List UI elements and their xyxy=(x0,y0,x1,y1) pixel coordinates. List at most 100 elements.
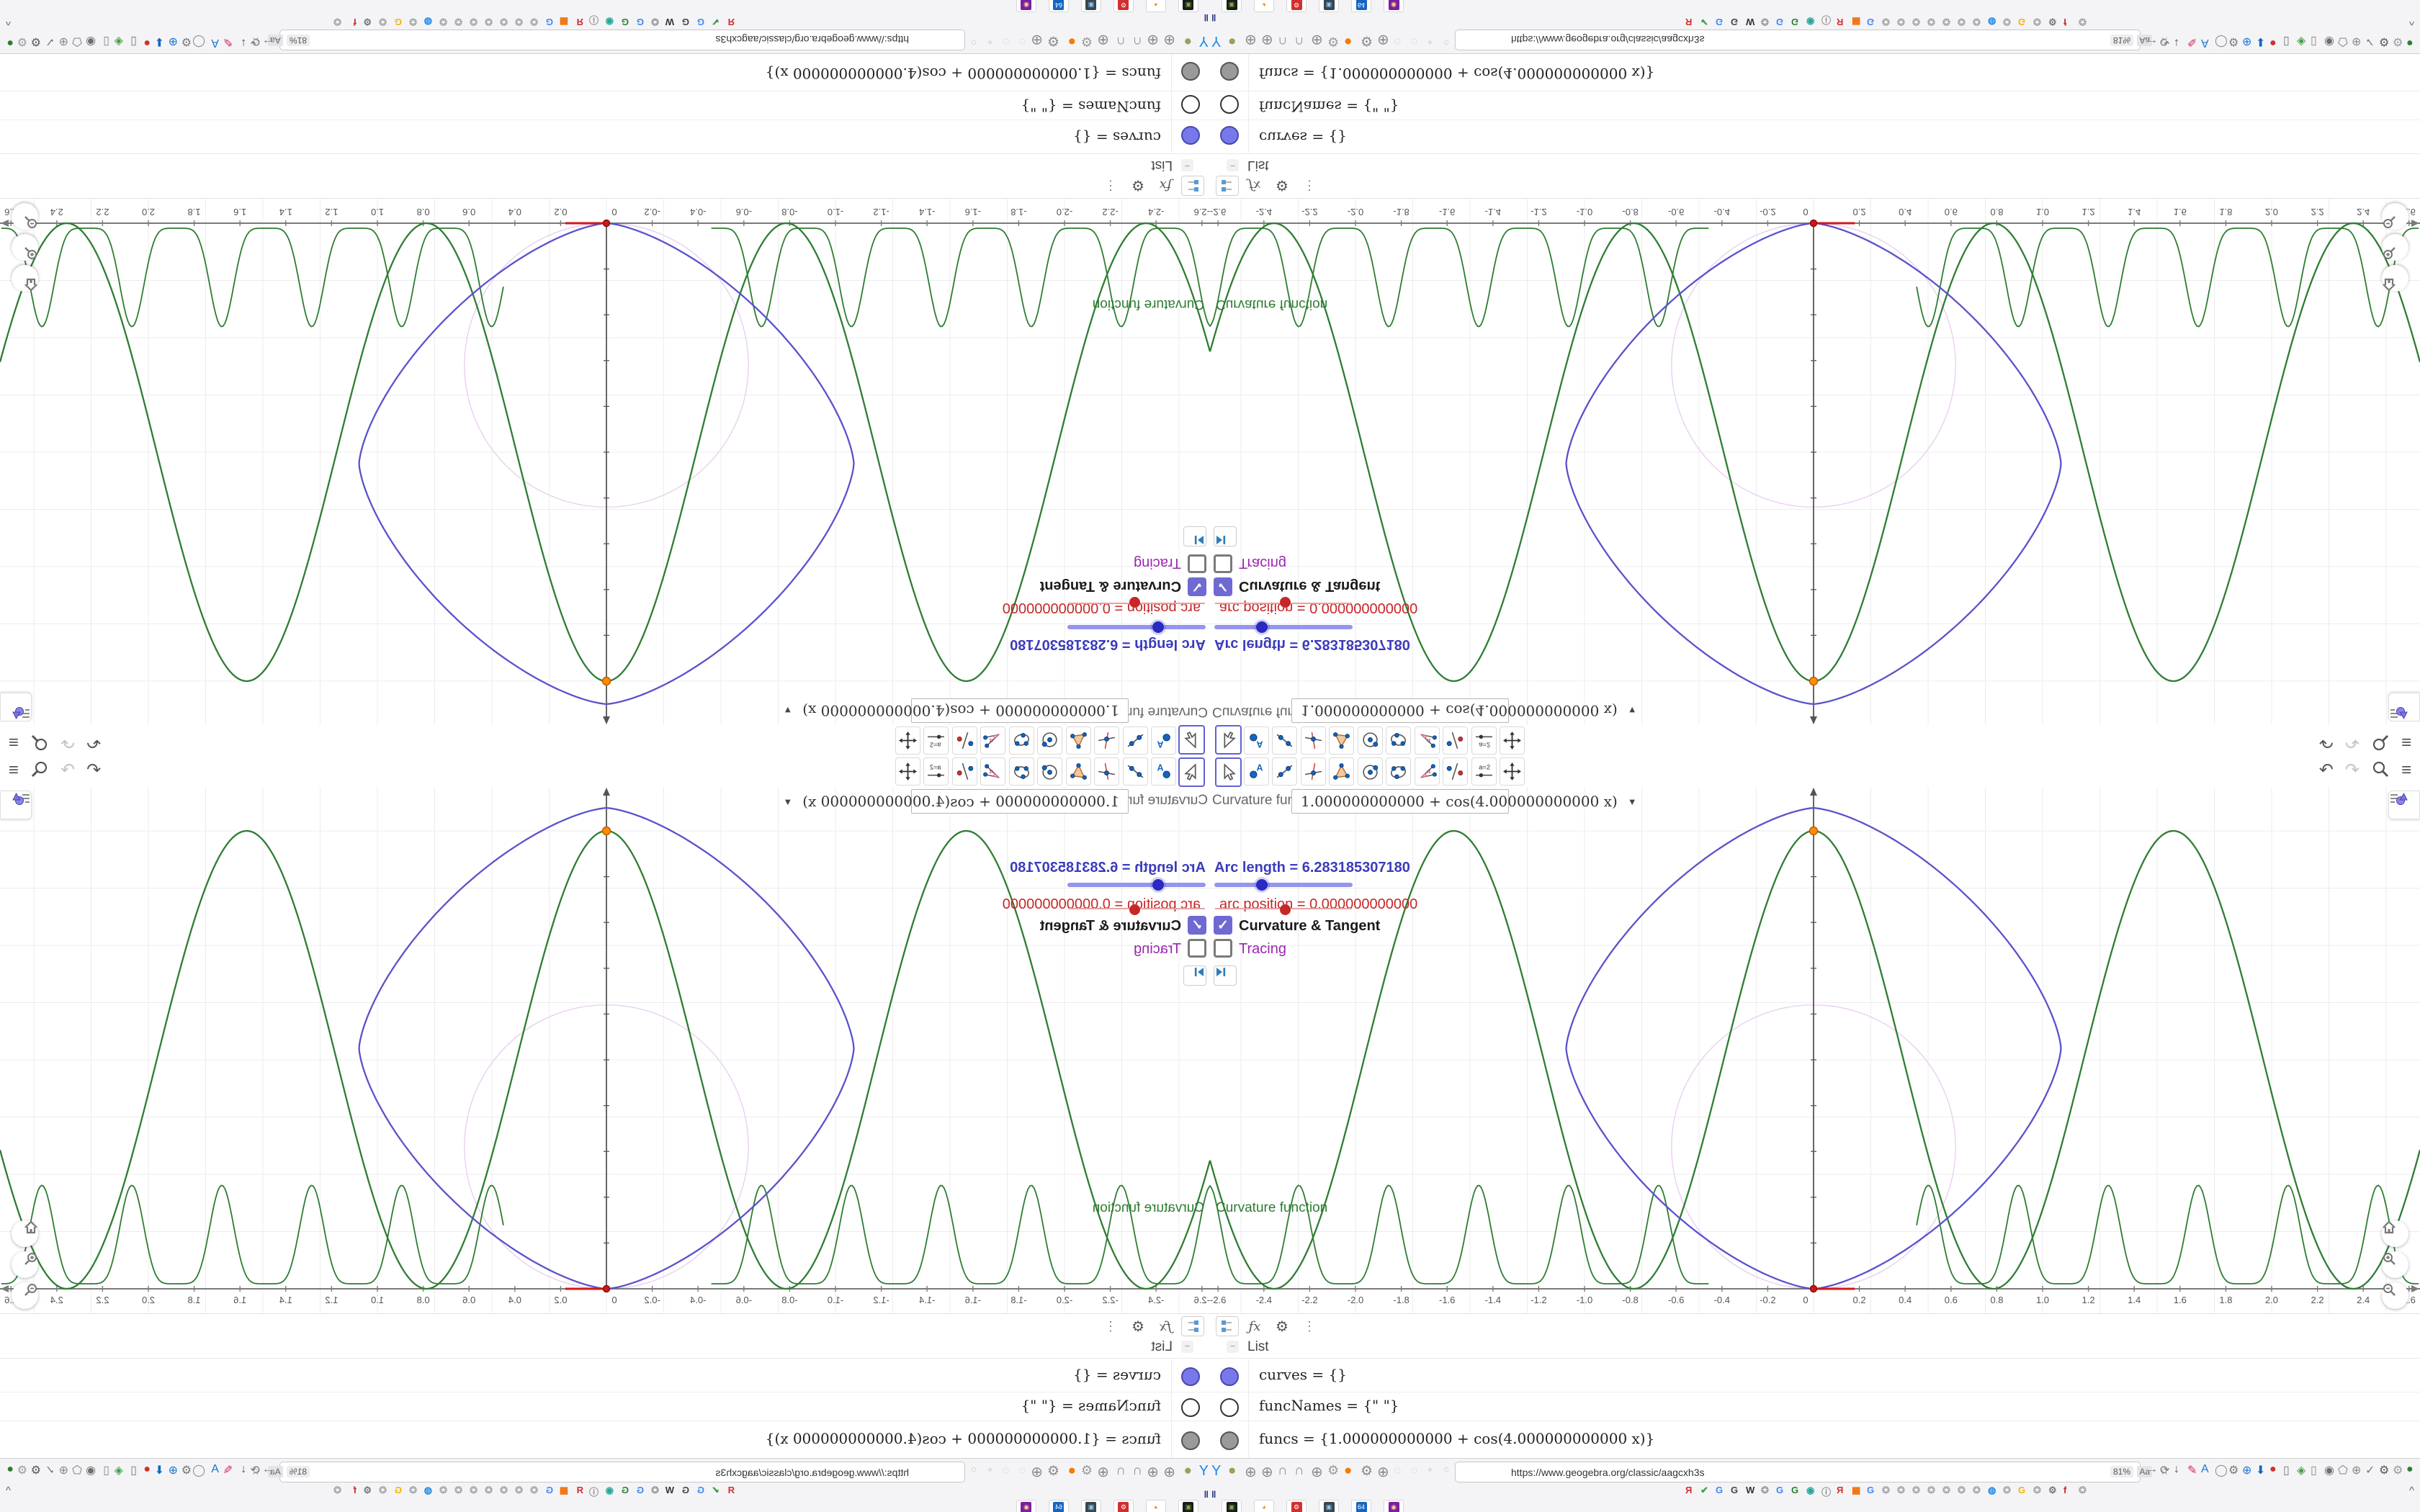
browser-icon[interactable]: ✪ xyxy=(651,1485,659,1496)
browser-icon[interactable]: ⊕ xyxy=(1245,1463,1257,1481)
browser-icon[interactable]: ○ xyxy=(971,37,977,49)
browser-icon[interactable]: ✪ xyxy=(530,16,538,27)
browser-icon[interactable]: ○ xyxy=(1018,1463,1026,1478)
visibility-marble[interactable] xyxy=(1220,1367,1239,1386)
browser-icon[interactable]: ◍ xyxy=(424,1485,432,1496)
pinned-tab[interactable]: ◉ xyxy=(1384,1500,1404,1512)
browser-icon[interactable]: f xyxy=(354,17,357,27)
browser-icon[interactable]: ✪ xyxy=(1912,1485,1920,1496)
home-button[interactable] xyxy=(12,1220,38,1247)
algebra-row-funcNames[interactable]: funcNames = {" "} xyxy=(1210,1392,2420,1421)
algebra-row-funcs[interactable]: funcs = {1.000000000000 + cos(4.00000000… xyxy=(0,1421,1210,1459)
browser-icon[interactable]: ⊕ xyxy=(59,1463,68,1477)
browser-icon[interactable]: Я xyxy=(728,1485,735,1495)
pinned-tab[interactable]: ▣ xyxy=(1081,0,1101,12)
browser-icon[interactable]: Я xyxy=(577,1485,583,1495)
browser-icon[interactable]: ⊕ xyxy=(1311,31,1323,49)
skip-end-button[interactable] xyxy=(1214,526,1237,546)
browser-icon[interactable]: ⚙ xyxy=(182,1463,192,1477)
more-options-button[interactable]: ⋮ xyxy=(1298,1316,1321,1336)
zoom-in-button[interactable] xyxy=(2382,234,2408,261)
browser-icon[interactable]: ∩ xyxy=(1294,1463,1304,1479)
browser-icon[interactable]: ◈ xyxy=(2297,1463,2305,1477)
pinned-tab[interactable]: ◕ xyxy=(1146,0,1166,12)
browser-icon[interactable]: ⊕ xyxy=(1377,31,1389,49)
curvature-tangent-checkbox[interactable]: ✓ xyxy=(1214,577,1232,596)
curvature-tangent-checkbox[interactable]: ✓ xyxy=(1214,916,1232,935)
browser-icon[interactable]: ◉ xyxy=(86,35,96,49)
zoom-level-badge[interactable]: 81% xyxy=(2110,35,2133,46)
browser-icon[interactable]: ⚙ xyxy=(2228,35,2238,49)
zoom-out-button[interactable] xyxy=(12,1282,38,1309)
pinned-tab[interactable]: ◉ xyxy=(1016,0,1036,12)
browser-icon[interactable]: ⬇ xyxy=(155,1463,164,1477)
browser-icon[interactable]: ✪ xyxy=(1897,1485,1905,1496)
browser-icon[interactable]: A xyxy=(211,1463,219,1476)
browser-icon[interactable]: ◍ xyxy=(1988,1485,1996,1496)
browser-icon[interactable]: ⚙ xyxy=(1327,1463,1339,1478)
browser-icon[interactable]: ● xyxy=(2269,1463,2277,1476)
browser-icon[interactable]: ● xyxy=(6,36,14,49)
tool-reflect[interactable] xyxy=(952,726,977,755)
browser-icon[interactable]: ▯ xyxy=(103,35,109,49)
browser-icon[interactable]: ⬇ xyxy=(2256,1463,2265,1477)
tree-view-button[interactable] xyxy=(1216,1316,1239,1336)
browser-icon[interactable]: ✎ xyxy=(2187,1463,2197,1477)
browser-icon[interactable]: G xyxy=(637,17,644,27)
browser-icon[interactable]: ✪ xyxy=(1761,16,1769,27)
browser-icon[interactable]: ⟳ xyxy=(251,35,260,49)
tree-view-button[interactable] xyxy=(1181,176,1204,196)
visibility-marble[interactable] xyxy=(1220,126,1239,145)
browser-icon[interactable]: ◉ xyxy=(86,1463,96,1477)
browser-icon[interactable]: ⓘ xyxy=(589,1485,599,1498)
browser-icon[interactable]: G xyxy=(546,17,553,27)
browser-icon[interactable]: ◈ xyxy=(115,1463,123,1477)
algebra-row-funcs[interactable]: funcs = {1.000000000000 + cos(4.00000000… xyxy=(1210,1421,2420,1459)
tool-circle[interactable] xyxy=(1357,726,1383,755)
browser-icon[interactable]: ⬠ xyxy=(2338,1463,2348,1477)
home-button[interactable] xyxy=(2382,1220,2408,1247)
zoom-in-button[interactable] xyxy=(12,234,38,261)
algebra-row-curves[interactable]: curves = {} xyxy=(0,1358,1210,1392)
browser-icon[interactable]: ⓘ xyxy=(589,14,599,27)
tool-angle[interactable]: α xyxy=(980,726,1006,755)
browser-icon[interactable]: ⚙ xyxy=(31,1463,41,1477)
browser-icon[interactable]: ✪ xyxy=(1958,1485,1966,1496)
algebra-row-curves[interactable]: curves = {} xyxy=(1210,120,2420,154)
browser-icon[interactable]: Я xyxy=(1685,17,1692,27)
tool-slider[interactable]: a=2 xyxy=(923,726,949,755)
browser-icon[interactable]: ⚙ xyxy=(17,1463,27,1477)
zoom-level-badge[interactable]: 81% xyxy=(2110,1466,2133,1477)
browser-icon[interactable]: ∩ xyxy=(1278,33,1288,49)
browser-icon[interactable]: ✪ xyxy=(515,16,523,27)
browser-icon[interactable]: G xyxy=(622,17,629,27)
arc-length-slider[interactable] xyxy=(1067,619,1206,635)
menu-icon[interactable]: ≡ xyxy=(9,759,19,782)
arc-position-slider[interactable] xyxy=(1215,597,1352,608)
zoom-out-button[interactable] xyxy=(2382,1282,2408,1309)
pinned-tab[interactable]: ⚙ xyxy=(1113,0,1134,12)
browser-icon[interactable]: Я xyxy=(1685,1485,1692,1495)
browser-icon[interactable]: ✪ xyxy=(379,1485,387,1496)
browser-icon[interactable]: ⚙ xyxy=(182,35,192,49)
zoom-level-badge[interactable]: 81% xyxy=(287,1466,310,1477)
tool-perpendicular[interactable] xyxy=(1094,757,1120,786)
browser-icon[interactable]: ⟳ xyxy=(251,1463,260,1477)
input-fx-button[interactable]: ƒx xyxy=(1243,1316,1266,1336)
browser-icon[interactable]: Я xyxy=(577,17,583,27)
browser-icon[interactable]: W xyxy=(1746,1485,1754,1495)
algebra-row-funcs[interactable]: funcs = {1.000000000000 + cos(4.00000000… xyxy=(1210,53,2420,91)
graphics-view[interactable]: -2.6 -2.4 -2.2 -2.0 -1.8 -1.6 -1.4 -1.2 -1.0 -0.8… xyxy=(1210,787,2420,1313)
browser-icon[interactable]: ✪ xyxy=(500,16,508,27)
browser-icon[interactable]: G xyxy=(1731,17,1738,27)
browser-icon[interactable]: ⚙ xyxy=(1361,32,1373,49)
browser-icon[interactable]: ✪ xyxy=(1927,16,1935,27)
browser-icon[interactable]: ∘ xyxy=(1427,1463,1433,1475)
tool-ellipse[interactable] xyxy=(1009,726,1034,755)
graphics-stylebar-toggle[interactable] xyxy=(2388,693,2420,721)
tool-perpendicular[interactable] xyxy=(1300,757,1326,786)
browser-icon[interactable]: ● xyxy=(2269,36,2277,49)
tool-circle[interactable] xyxy=(1037,726,1063,755)
browser-icon[interactable]: G xyxy=(1776,1485,1783,1495)
browser-icon[interactable]: ◉ xyxy=(606,1485,614,1496)
